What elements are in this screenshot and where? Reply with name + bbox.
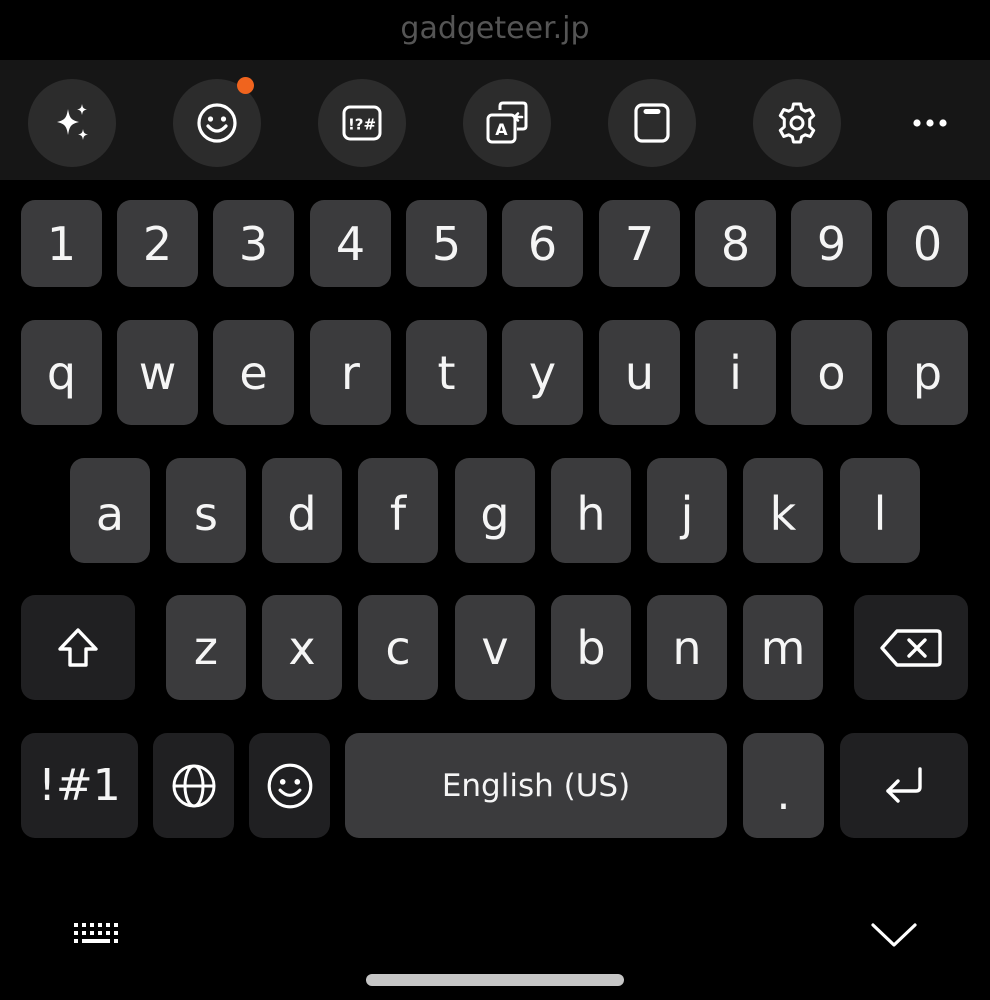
keyboard-switch-button[interactable]	[66, 912, 126, 956]
key-6[interactable]: 6	[502, 200, 583, 287]
sparkle-icon	[57, 104, 88, 140]
keyboard-toolbar: !?# A	[0, 60, 990, 180]
more-options-button[interactable]	[886, 79, 974, 167]
symbols-icon-label: !?#	[348, 116, 376, 134]
clipboard-button[interactable]	[608, 79, 696, 167]
key-9[interactable]: 9	[791, 200, 872, 287]
globe-icon	[172, 764, 215, 807]
key-q[interactable]: q	[21, 320, 102, 425]
key-r[interactable]: r	[310, 320, 391, 425]
key-k[interactable]: k	[743, 458, 823, 563]
key-y[interactable]: y	[502, 320, 583, 425]
symbols-button[interactable]: !?#	[318, 79, 406, 167]
key-m[interactable]: m	[743, 595, 823, 700]
emoji-icon	[197, 103, 237, 143]
emoji-button[interactable]	[173, 77, 261, 167]
key-c[interactable]: c	[358, 595, 438, 700]
more-options-icon	[913, 119, 947, 127]
enter-key[interactable]	[840, 733, 968, 838]
shift-arrow-icon	[58, 627, 98, 667]
hide-keyboard-button[interactable]	[864, 910, 924, 958]
key-1[interactable]: 1	[21, 200, 102, 287]
key-4[interactable]: 4	[310, 200, 391, 287]
emoji-icon	[267, 763, 312, 808]
key-u[interactable]: u	[599, 320, 680, 425]
settings-button[interactable]	[753, 79, 841, 167]
settings-gear-icon	[778, 102, 816, 144]
key-l[interactable]: l	[840, 458, 920, 563]
watermark-text: gadgeteer.jp	[400, 11, 590, 46]
keyboard-icon	[74, 923, 118, 943]
shift-key[interactable]	[21, 595, 135, 700]
period-key[interactable]: .	[743, 733, 824, 838]
backspace-icon	[880, 628, 942, 667]
enter-return-icon	[886, 766, 922, 803]
symbols-icon: !?#	[342, 105, 382, 141]
key-t[interactable]: t	[406, 320, 487, 425]
key-e[interactable]: e	[213, 320, 294, 425]
key-o[interactable]: o	[791, 320, 872, 425]
home-gesture-bar[interactable]	[366, 974, 624, 986]
key-w[interactable]: w	[117, 320, 198, 425]
space-key[interactable]: English (US)	[345, 733, 727, 838]
key-v[interactable]: v	[455, 595, 535, 700]
key-f[interactable]: f	[358, 458, 438, 563]
translate-icon: A	[486, 101, 528, 144]
key-n[interactable]: n	[647, 595, 727, 700]
key-i[interactable]: i	[695, 320, 776, 425]
key-d[interactable]: d	[262, 458, 342, 563]
key-5[interactable]: 5	[406, 200, 487, 287]
key-8[interactable]: 8	[695, 200, 776, 287]
key-z[interactable]: z	[166, 595, 246, 700]
key-2[interactable]: 2	[117, 200, 198, 287]
key-p[interactable]: p	[887, 320, 968, 425]
key-x[interactable]: x	[262, 595, 342, 700]
translate-icon-label: A	[495, 120, 508, 139]
chevron-down-icon	[871, 923, 917, 947]
key-a[interactable]: a	[70, 458, 150, 563]
key-7[interactable]: 7	[599, 200, 680, 287]
symbols-key[interactable]: !#1	[21, 733, 138, 838]
key-3[interactable]: 3	[213, 200, 294, 287]
notification-dot	[237, 77, 254, 94]
key-g[interactable]: g	[455, 458, 535, 563]
emoji-key[interactable]	[249, 733, 330, 838]
key-h[interactable]: h	[551, 458, 631, 563]
translate-button[interactable]: A	[463, 79, 551, 167]
backspace-key[interactable]	[854, 595, 968, 700]
key-b[interactable]: b	[551, 595, 631, 700]
key-j[interactable]: j	[647, 458, 727, 563]
ai-tools-button[interactable]	[28, 79, 116, 167]
language-key[interactable]	[153, 733, 234, 838]
key-0[interactable]: 0	[887, 200, 968, 287]
key-s[interactable]: s	[166, 458, 246, 563]
clipboard-icon	[634, 103, 670, 143]
